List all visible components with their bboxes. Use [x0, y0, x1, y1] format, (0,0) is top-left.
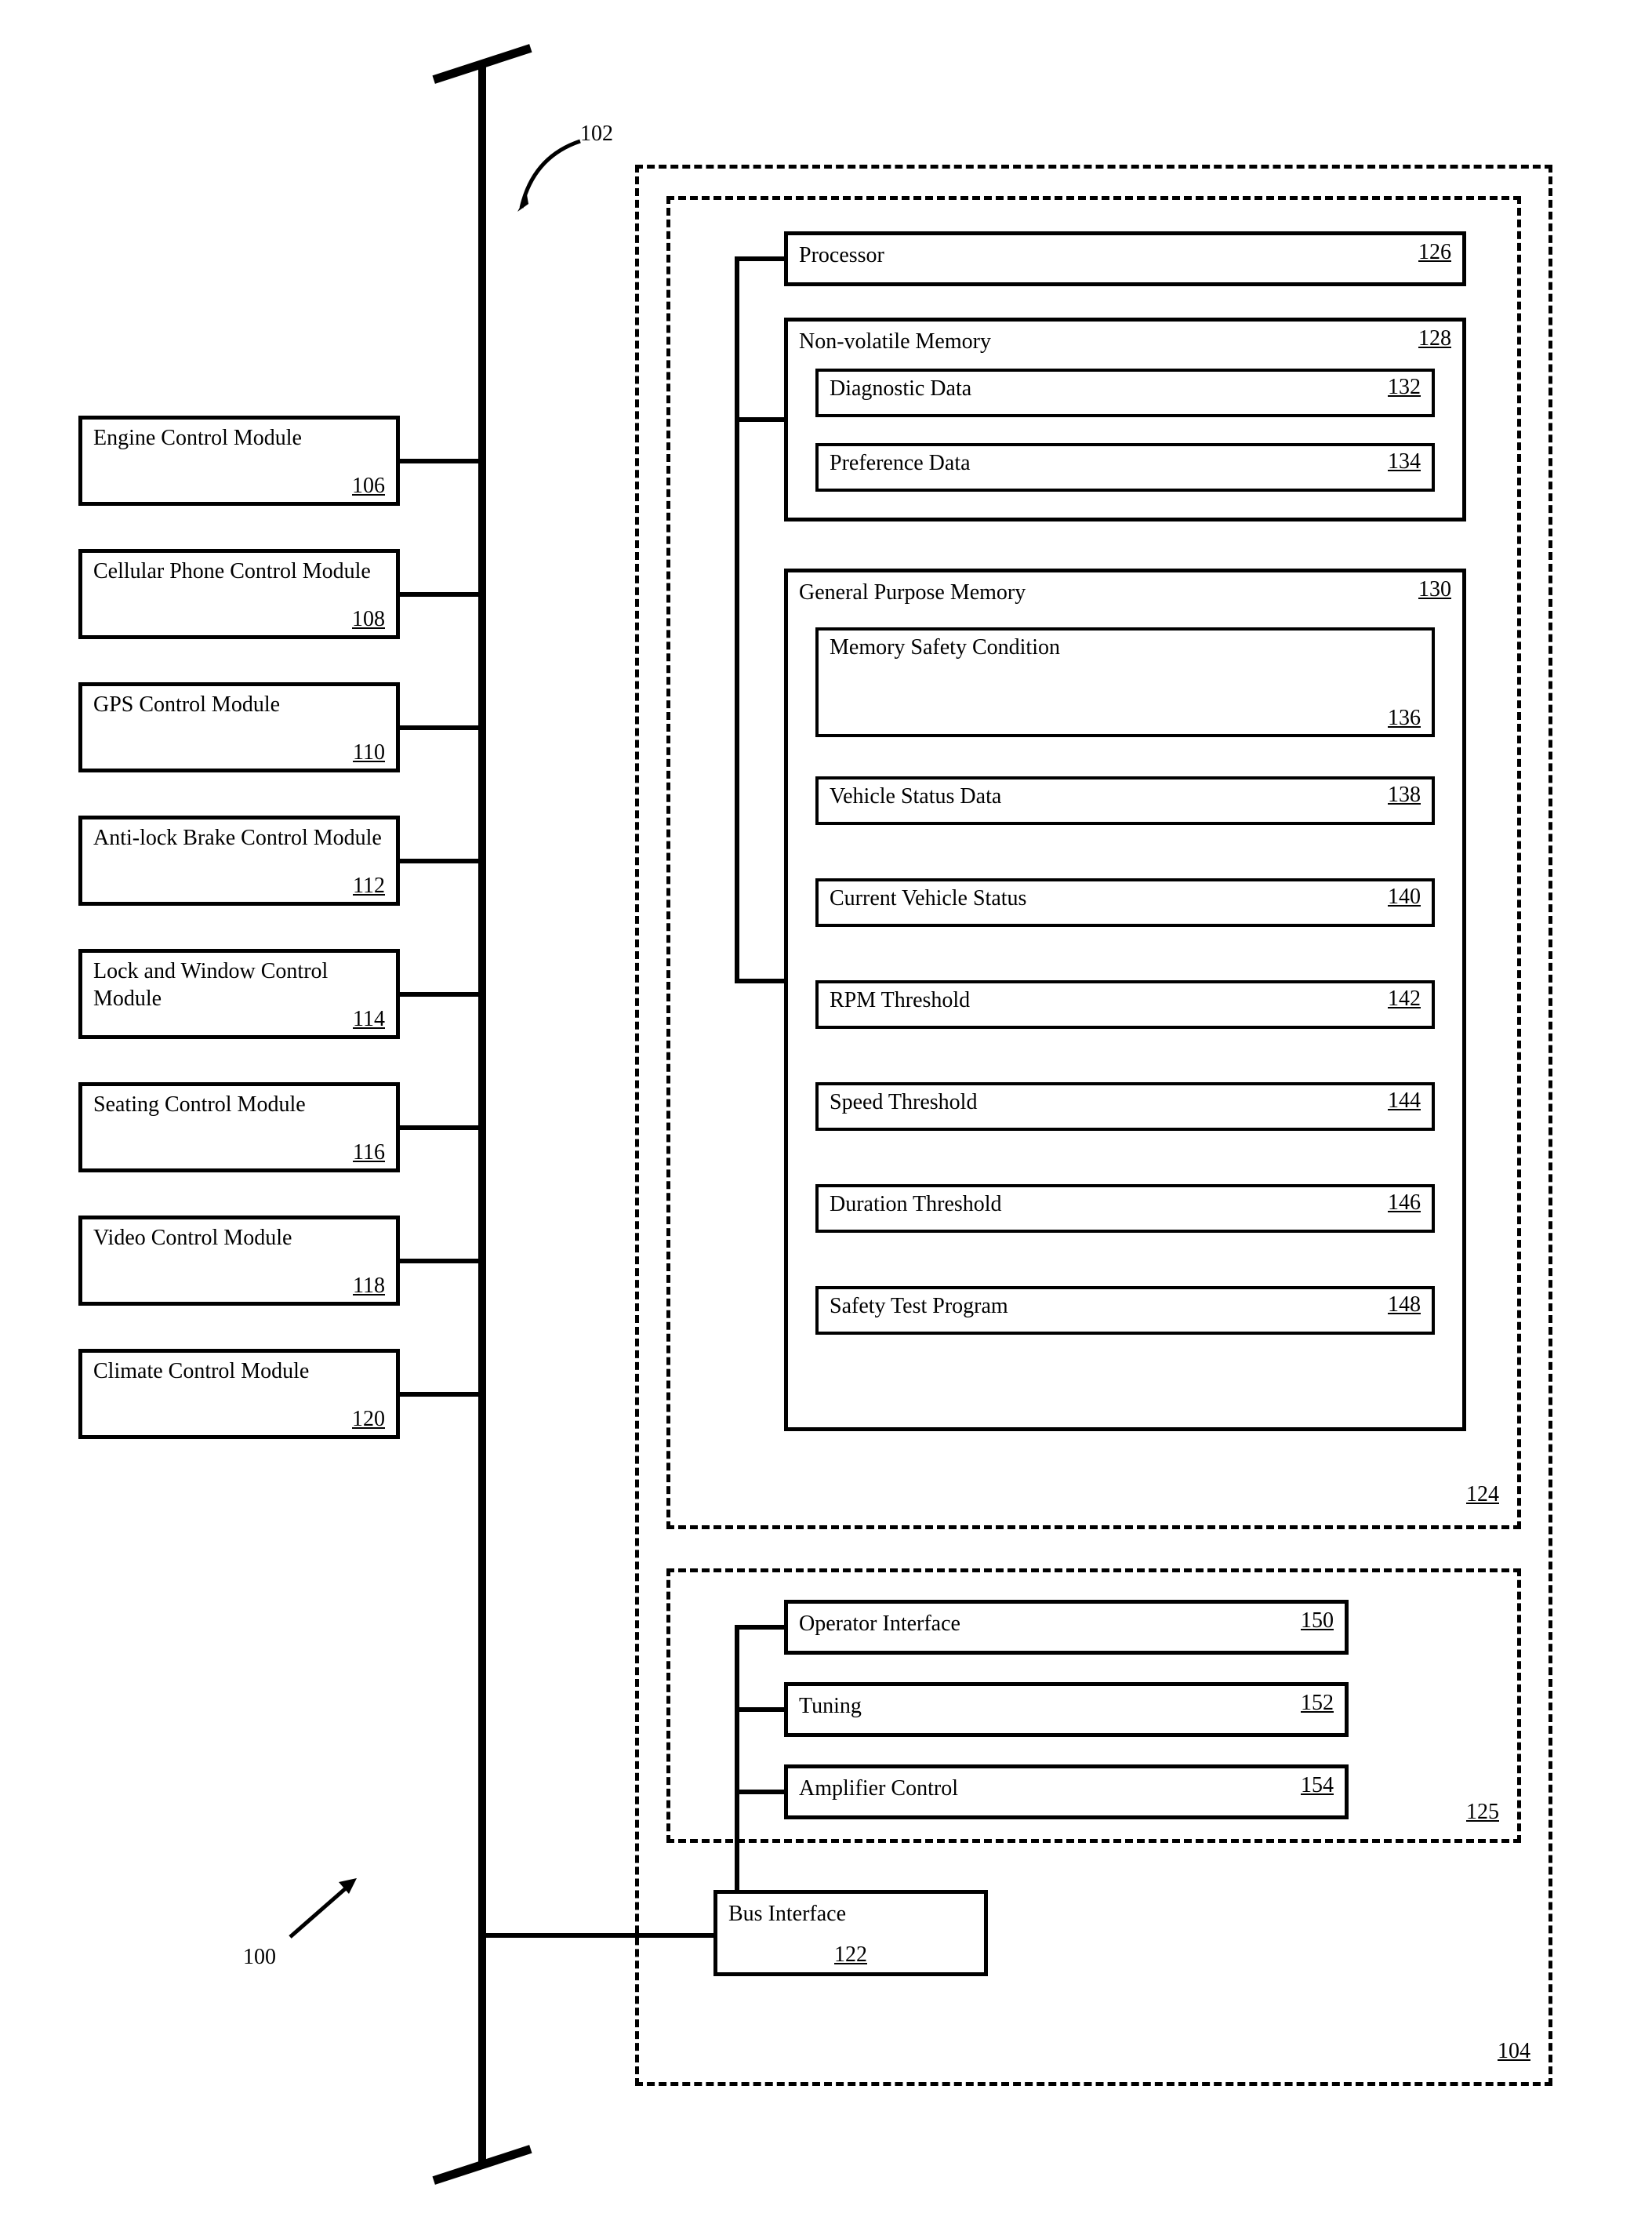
module-engine-control: Engine Control Module 106 — [78, 416, 400, 506]
sub-ref: 138 — [1388, 783, 1421, 808]
module-video: Video Control Module 118 — [78, 1216, 400, 1306]
module-connector — [400, 1259, 478, 1263]
module-connector — [400, 592, 478, 597]
module-connector — [400, 725, 478, 730]
nvmem-label: Non-volatile Memory — [799, 329, 991, 354]
module-label: Video Control Module — [93, 1224, 385, 1252]
spine-125 — [735, 1625, 739, 1890]
module-connector — [400, 992, 478, 997]
stub-nvmem — [735, 417, 784, 422]
module-label: Lock and Window Control Module — [93, 958, 385, 1012]
gpmem-child-0: Memory Safety Condition 136 — [815, 627, 1435, 737]
module-ref: 110 — [353, 740, 385, 765]
sub-label: Current Vehicle Status — [830, 886, 1026, 910]
sub-ref: 152 — [1301, 1691, 1334, 1716]
module-label: Climate Control Module — [93, 1357, 385, 1385]
gpmem-child-4: Speed Threshold 144 — [815, 1082, 1435, 1131]
sub-label: Duration Threshold — [830, 1192, 1002, 1216]
module-ref: 120 — [352, 1407, 385, 1432]
sub-label: Operator Interface — [799, 1612, 960, 1636]
sub-label: Diagnostic Data — [830, 376, 971, 401]
bus-line — [478, 63, 486, 2164]
sub-label: Memory Safety Condition — [830, 635, 1060, 660]
bus-interface-box: Bus Interface 122 — [713, 1890, 988, 1976]
module-ref: 108 — [352, 607, 385, 632]
sub-label: Speed Threshold — [830, 1090, 977, 1114]
container-104-ref: 104 — [1498, 2039, 1530, 2064]
g125-item-1: Tuning 152 — [784, 1682, 1349, 1737]
gpmem-child-2: Current Vehicle Status 140 — [815, 878, 1435, 927]
sub-label: Vehicle Status Data — [830, 784, 1001, 809]
module-gps: GPS Control Module 110 — [78, 682, 400, 772]
gpmem-child-3: RPM Threshold 142 — [815, 980, 1435, 1029]
module-label: Cellular Phone Control Module — [93, 558, 385, 585]
sub-ref: 148 — [1388, 1292, 1421, 1317]
module-cellular-phone: Cellular Phone Control Module 108 — [78, 549, 400, 639]
module-connector — [400, 1392, 478, 1397]
nvmem-child-0: Diagnostic Data 132 — [815, 369, 1435, 417]
module-ref: 114 — [353, 1007, 385, 1032]
sub-label: Tuning — [799, 1694, 862, 1718]
gpmem-ref: 130 — [1418, 577, 1451, 602]
bus-ref: 102 — [580, 122, 613, 147]
module-label: Seating Control Module — [93, 1091, 385, 1118]
nvmem-ref: 128 — [1418, 326, 1451, 351]
module-ref: 116 — [353, 1140, 385, 1165]
module-connector — [400, 459, 478, 463]
sub-ref: 154 — [1301, 1773, 1334, 1798]
processor-box: Processor 126 — [784, 231, 1466, 286]
module-ref: 106 — [352, 474, 385, 499]
sub-ref: 132 — [1388, 375, 1421, 400]
sub-ref: 150 — [1301, 1608, 1334, 1633]
figure-ref-arrow — [282, 1874, 376, 1953]
module-ref: 118 — [353, 1274, 385, 1299]
spine-124 — [735, 256, 739, 983]
sub-ref: 144 — [1388, 1088, 1421, 1114]
gpmem-child-5: Duration Threshold 146 — [815, 1184, 1435, 1233]
bus-interface-label: Bus Interface — [728, 1902, 846, 1926]
gpmem-label: General Purpose Memory — [799, 580, 1026, 605]
sub-label: Preference Data — [830, 451, 971, 475]
processor-ref: 126 — [1418, 240, 1451, 265]
stub-gpmem — [735, 979, 784, 983]
module-lock-window: Lock and Window Control Module 114 — [78, 949, 400, 1039]
g125-item-2: Amplifier Control 154 — [784, 1764, 1349, 1819]
nvmem-child-1: Preference Data 134 — [815, 443, 1435, 492]
module-seating: Seating Control Module 116 — [78, 1082, 400, 1172]
module-label: Anti-lock Brake Control Module — [93, 824, 385, 852]
group-125-ref: 125 — [1466, 1800, 1499, 1825]
sub-ref: 142 — [1388, 987, 1421, 1012]
module-connector — [400, 859, 478, 863]
stub-154 — [735, 1790, 784, 1794]
sub-ref: 136 — [1388, 706, 1421, 731]
bus-ref-arrow — [517, 133, 612, 227]
stub-processor — [735, 256, 784, 261]
bus-interface-ref: 122 — [834, 1942, 867, 1968]
sub-ref: 140 — [1388, 885, 1421, 910]
bus-to-interface — [486, 1933, 713, 1938]
figure-ref: 100 — [243, 1945, 276, 1970]
processor-label: Processor — [799, 243, 884, 267]
module-label: Engine Control Module — [93, 424, 385, 452]
stub-152 — [735, 1707, 784, 1712]
module-abs: Anti-lock Brake Control Module 112 — [78, 816, 400, 906]
sub-ref: 146 — [1388, 1190, 1421, 1216]
group-124-ref: 124 — [1466, 1482, 1499, 1507]
sub-ref: 134 — [1388, 449, 1421, 474]
gpmem-child-6: Safety Test Program 148 — [815, 1286, 1435, 1335]
module-connector — [400, 1125, 478, 1130]
module-label: GPS Control Module — [93, 691, 385, 718]
module-ref: 112 — [353, 874, 385, 899]
sub-label: Safety Test Program — [830, 1294, 1008, 1318]
sub-label: Amplifier Control — [799, 1776, 958, 1801]
sub-label: RPM Threshold — [830, 988, 970, 1012]
stub-150 — [735, 1625, 784, 1630]
g125-item-0: Operator Interface 150 — [784, 1600, 1349, 1655]
module-climate: Climate Control Module 120 — [78, 1349, 400, 1439]
gpmem-child-1: Vehicle Status Data 138 — [815, 776, 1435, 825]
